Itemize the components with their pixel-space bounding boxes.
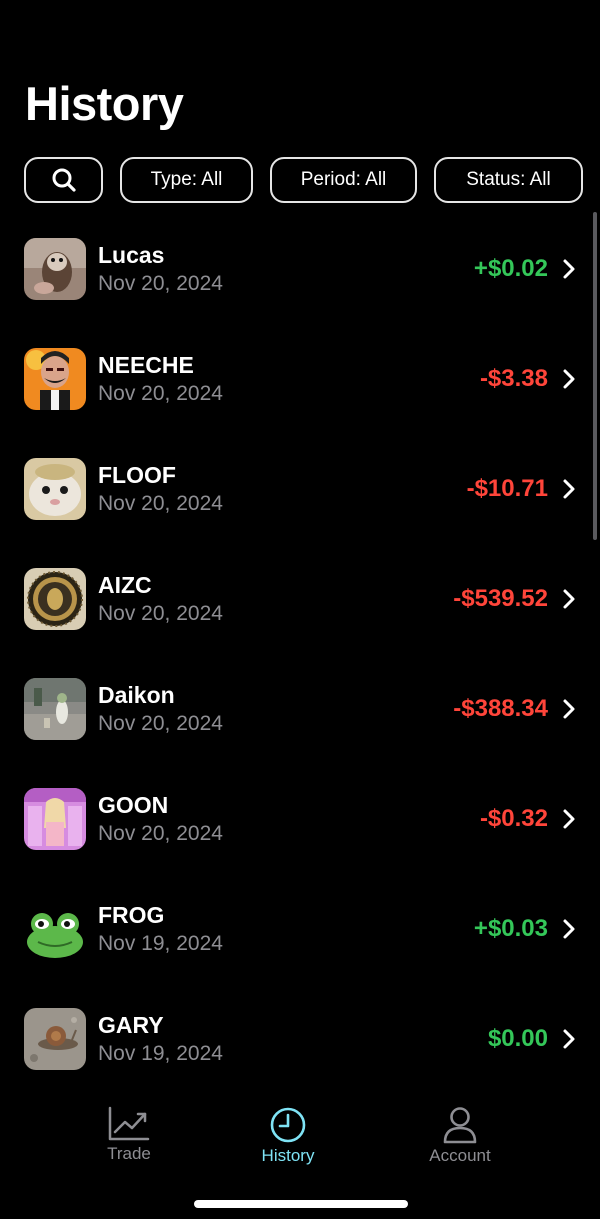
chevron-right-icon	[563, 259, 575, 279]
token-name: FROG	[98, 902, 165, 928]
list-item[interactable]: Lucas Nov 20, 2024 +$0.02	[0, 228, 600, 310]
tab-history-label: History	[261, 1146, 315, 1165]
pnl-amount: -$388.34	[453, 695, 548, 722]
trade-date: Nov 20, 2024	[98, 382, 223, 405]
pnl-amount: +$0.02	[473, 255, 548, 282]
token-name: GARY	[98, 1012, 164, 1038]
page-title: History	[25, 77, 184, 130]
list-item[interactable]: AIZC Nov 20, 2024 -$539.52	[0, 558, 600, 640]
token-name: NEECHE	[98, 352, 194, 378]
snail-avatar	[24, 1008, 86, 1070]
mustache-man-avatar	[24, 348, 86, 410]
trade-date: Nov 20, 2024	[98, 602, 223, 625]
person-icon	[443, 1107, 477, 1144]
token-name: FLOOF	[98, 462, 176, 488]
token-name: Lucas	[98, 242, 165, 268]
street-scene-avatar	[24, 678, 86, 740]
tab-trade[interactable]: Trade	[59, 1106, 199, 1164]
tab-account[interactable]: Account	[390, 1106, 530, 1166]
chevron-right-icon	[563, 1029, 575, 1049]
list-item[interactable]: GOON Nov 20, 2024 -$0.32	[0, 778, 600, 860]
pnl-amount: -$539.52	[453, 585, 548, 612]
frog-avatar	[24, 898, 86, 960]
trade-date: Nov 20, 2024	[98, 272, 223, 295]
chevron-right-icon	[563, 809, 575, 829]
token-name: AIZC	[98, 572, 152, 598]
status-filter-button[interactable]: Status: All	[434, 157, 583, 203]
list-item[interactable]: NEECHE Nov 20, 2024 -$3.38	[0, 338, 600, 420]
token-name: GOON	[98, 792, 169, 818]
type-filter-button[interactable]: Type: All	[120, 157, 253, 203]
chevron-right-icon	[563, 699, 575, 719]
pnl-amount: -$0.32	[479, 805, 548, 832]
filter-bar: Type: All Period: All Status: All	[24, 157, 600, 203]
chevron-right-icon	[563, 919, 575, 939]
list-item[interactable]: GARY Nov 19, 2024 $0.00	[0, 998, 600, 1080]
chevron-right-icon	[563, 369, 575, 389]
pink-poster-avatar	[24, 788, 86, 850]
chevron-right-icon	[563, 479, 575, 499]
tab-account-label: Account	[429, 1146, 491, 1165]
search-icon	[52, 168, 76, 192]
search-button[interactable]	[24, 157, 103, 203]
pnl-amount: $0.00	[487, 1025, 548, 1052]
list-item[interactable]: FROG Nov 19, 2024 +$0.03	[0, 888, 600, 970]
period-filter-button[interactable]: Period: All	[270, 157, 417, 203]
list-item[interactable]: FLOOF Nov 20, 2024 -$10.71	[0, 448, 600, 530]
chevron-right-icon	[563, 589, 575, 609]
list-item[interactable]: Daikon Nov 20, 2024 -$388.34	[0, 668, 600, 750]
pnl-amount: -$3.38	[479, 365, 548, 392]
trade-date: Nov 20, 2024	[98, 492, 223, 515]
clock-icon	[270, 1107, 306, 1143]
tab-trade-label: Trade	[107, 1144, 151, 1163]
fluffy-animal-avatar	[24, 458, 86, 520]
trade-date: Nov 20, 2024	[98, 712, 223, 735]
gold-coin-avatar	[24, 568, 86, 630]
trade-date: Nov 19, 2024	[98, 932, 223, 955]
trade-date: Nov 20, 2024	[98, 822, 223, 845]
ferret-avatar	[24, 238, 86, 300]
chart-line-icon	[108, 1106, 150, 1141]
tab-history[interactable]: History	[218, 1106, 358, 1166]
pnl-amount: +$0.03	[473, 915, 548, 942]
trade-date: Nov 19, 2024	[98, 1042, 223, 1065]
token-name: Daikon	[98, 682, 175, 708]
home-indicator[interactable]	[194, 1200, 408, 1208]
pnl-amount: -$10.71	[466, 475, 548, 502]
